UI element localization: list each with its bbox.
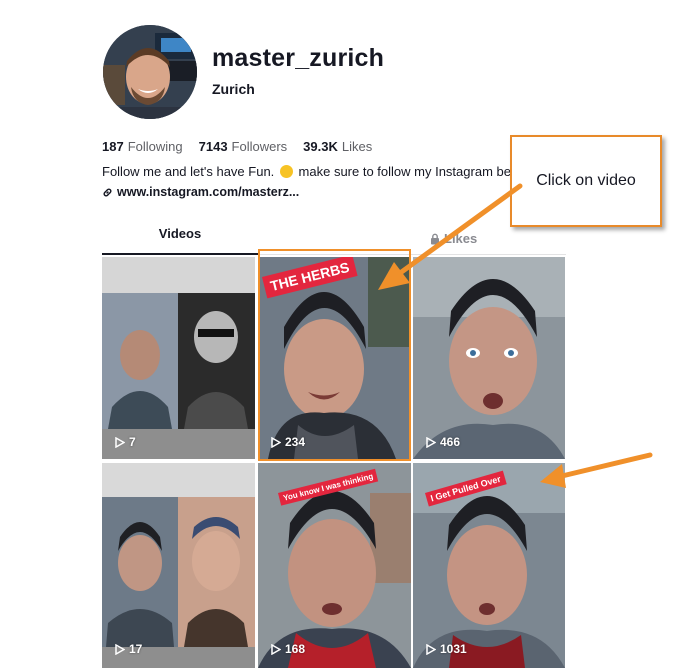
tab-likes[interactable]: Likes	[430, 231, 477, 246]
play-icon	[271, 643, 281, 655]
bio-text-end: make sure to follow my Instagram below	[298, 164, 531, 179]
video-thumbnail[interactable]: You know I was thinking 168	[258, 463, 411, 668]
video-thumbnail[interactable]: 466	[413, 257, 565, 459]
view-count-value: 466	[440, 435, 461, 449]
instruction-callout: Click on video	[510, 135, 662, 227]
view-count-value: 7	[129, 435, 136, 449]
lock-icon	[431, 233, 439, 244]
profile-username: master_zurich	[212, 44, 385, 72]
play-icon	[115, 643, 125, 655]
bio-text-start: Follow me and let's have Fun.	[102, 164, 275, 179]
view-count: 1031	[426, 642, 467, 656]
profile-avatar[interactable]	[103, 25, 197, 119]
play-icon	[115, 436, 125, 448]
likes-label: Likes	[341, 139, 373, 154]
play-icon	[426, 436, 436, 448]
link-icon	[103, 188, 112, 196]
view-count-value: 1031	[440, 642, 467, 656]
tab-likes-label[interactable]: Likes	[444, 231, 477, 246]
video-thumbnail[interactable]: I Get Pulled Over 1031	[413, 463, 565, 668]
split-screen-frame	[102, 257, 255, 459]
following-label[interactable]: Following	[128, 139, 183, 154]
callout-text: Click on video	[536, 172, 636, 189]
profile-nickname: Zurich	[212, 81, 255, 97]
tab-videos-indicator	[102, 253, 258, 255]
video-thumbnail[interactable]: 17	[102, 463, 255, 668]
view-count-value: 168	[285, 642, 306, 656]
followers-count[interactable]: 7143	[199, 139, 228, 154]
profile-link[interactable]: www.instagram.com/masterz...	[102, 185, 299, 199]
view-count: 7	[115, 435, 136, 449]
view-count-value: 17	[129, 642, 143, 656]
profile-link-text[interactable]: www.instagram.com/masterz...	[117, 185, 299, 199]
tab-videos[interactable]: Videos	[102, 226, 258, 251]
video-frame	[413, 257, 565, 459]
followers-label[interactable]: Followers	[232, 139, 288, 154]
split-screen-frame	[102, 463, 255, 668]
profile-bio: Follow me and let's have Fun. make sure …	[102, 164, 530, 179]
view-count: 466	[426, 435, 460, 449]
tongue-emoji-icon	[279, 165, 293, 178]
profile-stats: 187 Following 7143 Followers 39.3K Likes	[102, 139, 388, 154]
likes-count: 39.3K	[303, 139, 338, 154]
view-count: 17	[115, 642, 142, 656]
play-icon	[426, 643, 436, 655]
video-highlight-box	[258, 249, 411, 461]
video-thumbnail[interactable]: 7	[102, 257, 255, 459]
following-count[interactable]: 187	[102, 139, 124, 154]
view-count: 168	[271, 642, 305, 656]
